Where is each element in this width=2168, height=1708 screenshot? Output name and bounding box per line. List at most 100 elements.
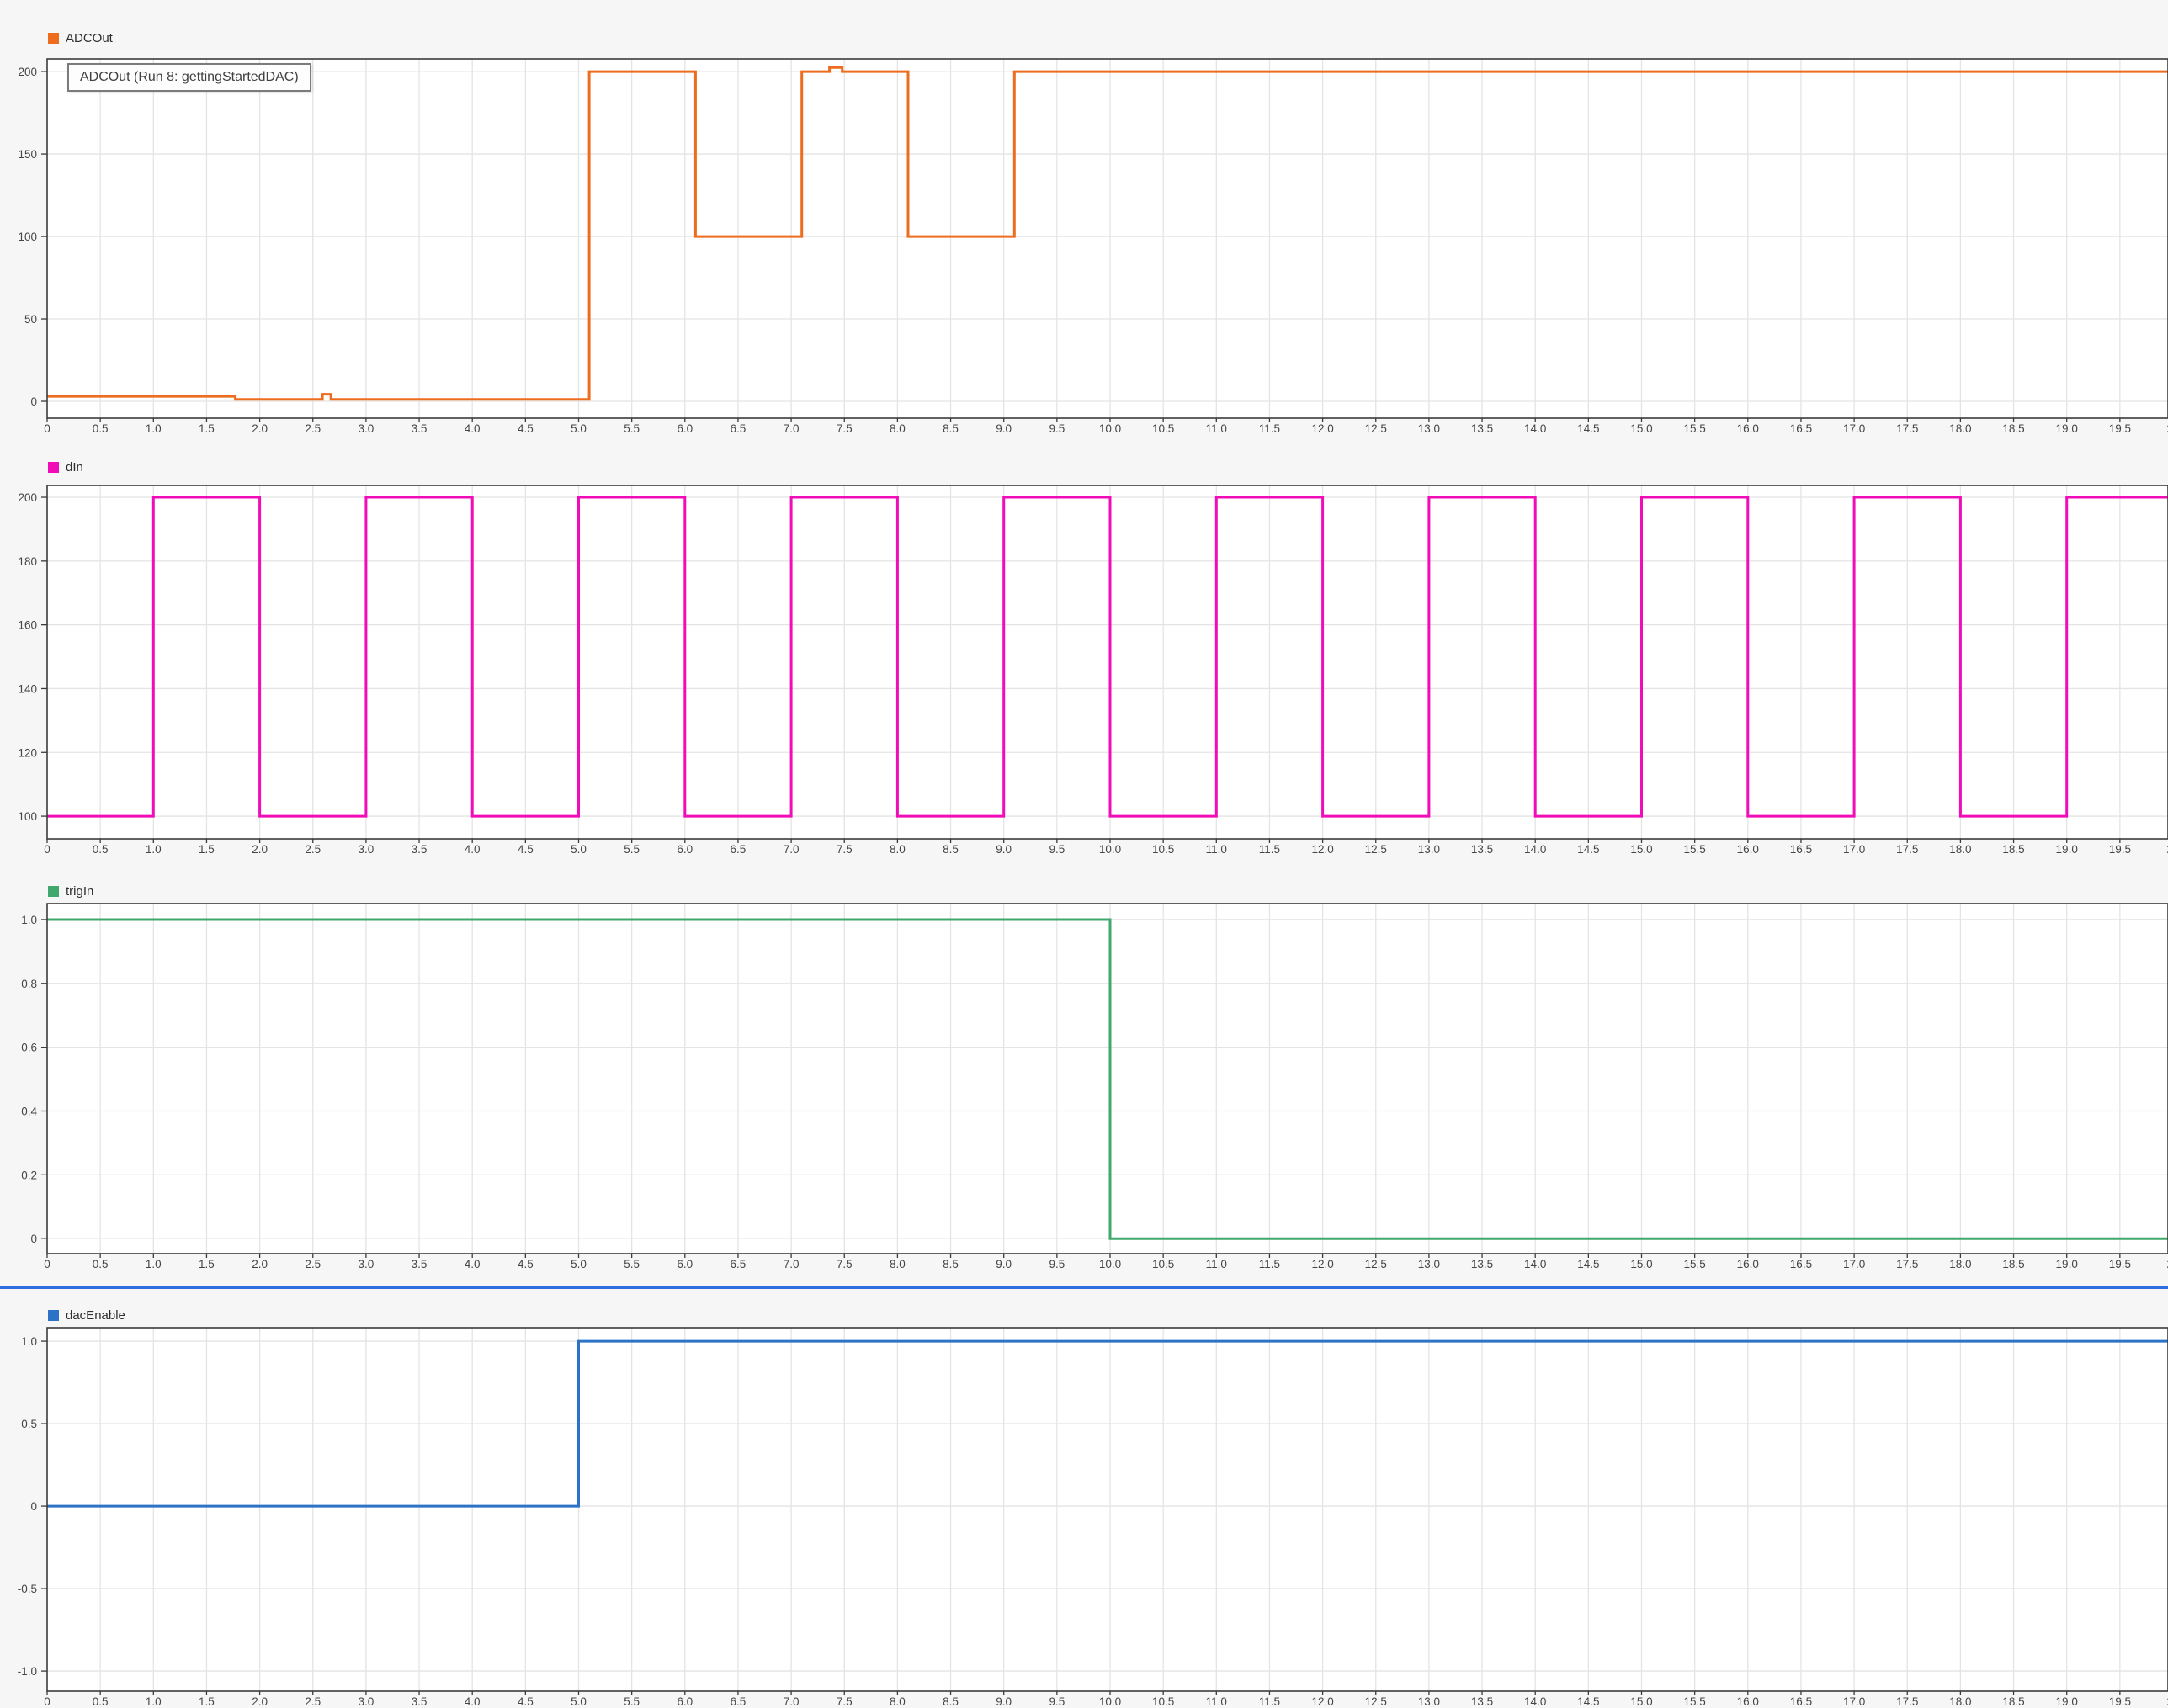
- svg-text:16.0: 16.0: [1737, 422, 1759, 435]
- svg-text:-0.5: -0.5: [18, 1583, 37, 1595]
- svg-text:18.0: 18.0: [1949, 422, 1971, 435]
- svg-text:8.0: 8.0: [890, 1695, 906, 1708]
- svg-text:15.0: 15.0: [1630, 1258, 1652, 1270]
- svg-text:19.5: 19.5: [2109, 1258, 2131, 1270]
- svg-text:1.5: 1.5: [199, 843, 215, 856]
- svg-text:0.4: 0.4: [21, 1105, 37, 1117]
- svg-text:16.5: 16.5: [1790, 422, 1812, 435]
- svg-text:7.0: 7.0: [784, 422, 800, 435]
- svg-text:50: 50: [24, 313, 37, 326]
- svg-text:18.5: 18.5: [2002, 843, 2024, 856]
- svg-text:15.5: 15.5: [1684, 422, 1706, 435]
- legend-din[interactable]: dIn: [48, 459, 83, 475]
- svg-text:0.5: 0.5: [93, 422, 109, 435]
- legend-trigin[interactable]: trigIn: [48, 883, 93, 899]
- svg-text:9.5: 9.5: [1049, 1258, 1065, 1270]
- svg-text:14.0: 14.0: [1524, 1695, 1546, 1708]
- svg-text:17.0: 17.0: [1843, 1695, 1865, 1708]
- svg-text:17.0: 17.0: [1843, 843, 1865, 856]
- svg-text:8.0: 8.0: [890, 422, 906, 435]
- svg-text:8.5: 8.5: [943, 422, 959, 435]
- svg-text:5.0: 5.0: [571, 1695, 587, 1708]
- svg-text:13.0: 13.0: [1418, 843, 1440, 856]
- svg-text:8.5: 8.5: [943, 1695, 959, 1708]
- svg-text:19.5: 19.5: [2109, 1695, 2131, 1708]
- svg-text:11.5: 11.5: [1259, 1258, 1280, 1270]
- svg-text:15.0: 15.0: [1630, 1695, 1652, 1708]
- svg-text:7.0: 7.0: [784, 1258, 800, 1270]
- svg-text:7.0: 7.0: [784, 1695, 800, 1708]
- svg-text:9.5: 9.5: [1049, 1695, 1065, 1708]
- svg-text:200: 200: [18, 491, 37, 504]
- svg-text:7.0: 7.0: [784, 843, 800, 856]
- svg-text:3.0: 3.0: [359, 1258, 375, 1270]
- legend-label-dacenable: dacEnable: [66, 1308, 125, 1323]
- svg-text:12.5: 12.5: [1365, 843, 1387, 856]
- svg-text:18.5: 18.5: [2002, 1695, 2024, 1708]
- svg-text:14.0: 14.0: [1524, 843, 1546, 856]
- svg-text:4.5: 4.5: [518, 1695, 534, 1708]
- svg-text:10.0: 10.0: [1099, 1258, 1121, 1270]
- svg-text:8.0: 8.0: [890, 1258, 906, 1270]
- pane-splitter[interactable]: [0, 1286, 2168, 1289]
- svg-text:6.0: 6.0: [677, 422, 693, 435]
- svg-text:19.5: 19.5: [2109, 843, 2131, 856]
- svg-text:6.0: 6.0: [677, 1695, 693, 1708]
- svg-text:0: 0: [30, 1233, 37, 1245]
- svg-text:12.0: 12.0: [1311, 1695, 1333, 1708]
- svg-text:11.5: 11.5: [1259, 422, 1280, 435]
- svg-text:9.0: 9.0: [996, 1695, 1012, 1708]
- legend-dacenable[interactable]: dacEnable: [48, 1308, 125, 1323]
- svg-text:13.5: 13.5: [1471, 1695, 1493, 1708]
- svg-text:140: 140: [18, 682, 37, 695]
- svg-text:2.5: 2.5: [305, 1258, 321, 1270]
- svg-text:17.0: 17.0: [1843, 1258, 1865, 1270]
- legend-adcout[interactable]: ADCOut: [48, 30, 113, 45]
- legend-color-swatch-adcout: [48, 33, 59, 44]
- svg-text:6.5: 6.5: [731, 1258, 747, 1270]
- svg-text:1.0: 1.0: [146, 843, 162, 856]
- svg-text:2.0: 2.0: [252, 1695, 268, 1708]
- svg-text:1.5: 1.5: [199, 1258, 215, 1270]
- svg-text:13.5: 13.5: [1471, 422, 1493, 435]
- svg-text:15.0: 15.0: [1630, 843, 1652, 856]
- svg-text:4.5: 4.5: [518, 1258, 534, 1270]
- svg-text:17.5: 17.5: [1896, 422, 1918, 435]
- plots-canvas[interactable]: 20015010050000.51.01.52.02.53.03.54.04.5…: [0, 0, 2168, 1708]
- svg-text:7.5: 7.5: [837, 843, 853, 856]
- svg-text:100: 100: [18, 231, 37, 243]
- svg-text:12.5: 12.5: [1365, 1258, 1387, 1270]
- svg-text:16.5: 16.5: [1790, 1258, 1812, 1270]
- svg-text:14.0: 14.0: [1524, 422, 1546, 435]
- svg-text:4.0: 4.0: [465, 1258, 481, 1270]
- svg-text:2.0: 2.0: [252, 1258, 268, 1270]
- svg-text:2.0: 2.0: [252, 422, 268, 435]
- svg-text:1.0: 1.0: [21, 1335, 37, 1348]
- svg-text:14.0: 14.0: [1524, 1258, 1546, 1270]
- svg-text:0.5: 0.5: [93, 1695, 109, 1708]
- svg-text:5.0: 5.0: [571, 422, 587, 435]
- svg-text:18.0: 18.0: [1949, 1258, 1971, 1270]
- svg-text:7.5: 7.5: [837, 1695, 853, 1708]
- svg-text:0: 0: [30, 395, 37, 408]
- svg-text:3.5: 3.5: [412, 1258, 428, 1270]
- svg-text:18.0: 18.0: [1949, 1695, 1971, 1708]
- svg-text:10.5: 10.5: [1152, 843, 1174, 856]
- svg-text:0.5: 0.5: [93, 843, 109, 856]
- svg-text:9.0: 9.0: [996, 843, 1012, 856]
- svg-text:5.5: 5.5: [624, 843, 640, 856]
- svg-text:16.0: 16.0: [1737, 1695, 1759, 1708]
- legend-color-swatch-dacenable: [48, 1310, 59, 1321]
- svg-text:180: 180: [18, 555, 37, 568]
- svg-text:8.5: 8.5: [943, 843, 959, 856]
- svg-text:12.0: 12.0: [1311, 422, 1333, 435]
- svg-text:5.5: 5.5: [624, 422, 640, 435]
- svg-text:8.0: 8.0: [890, 843, 906, 856]
- svg-text:16.0: 16.0: [1737, 1258, 1759, 1270]
- svg-text:4.0: 4.0: [465, 843, 481, 856]
- svg-text:13.5: 13.5: [1471, 843, 1493, 856]
- svg-text:19.0: 19.0: [2056, 422, 2078, 435]
- signal-tooltip: ADCOut (Run 8: gettingStartedDAC): [67, 63, 311, 92]
- svg-text:0.2: 0.2: [21, 1169, 37, 1181]
- svg-text:11.0: 11.0: [1206, 422, 1227, 435]
